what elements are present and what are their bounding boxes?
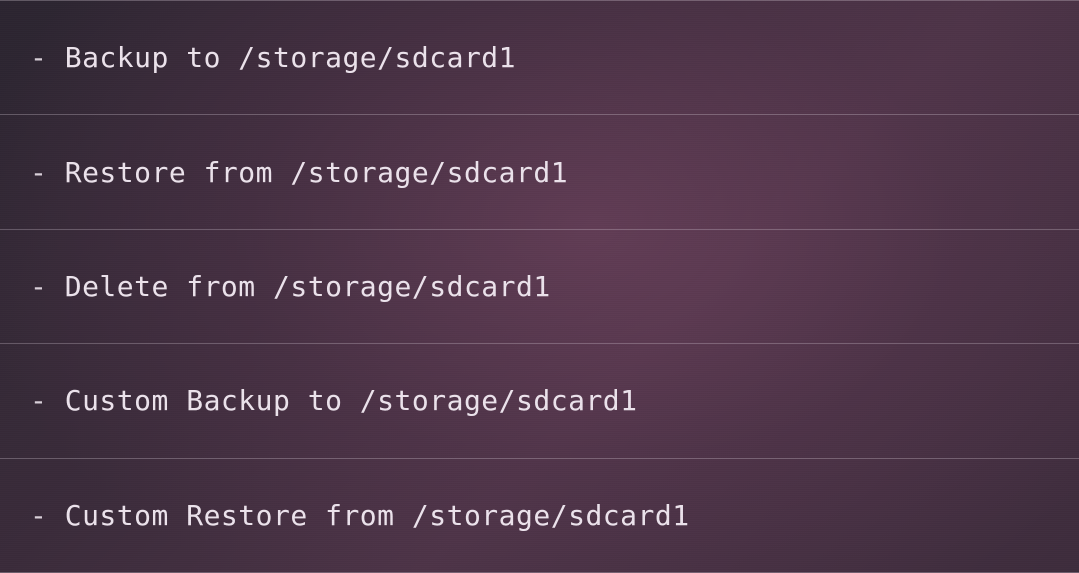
bullet-icon: - bbox=[30, 41, 65, 74]
menu-item-delete[interactable]: - Delete from /storage/sdcard1 bbox=[0, 229, 1079, 343]
menu-item-custom-restore[interactable]: - Custom Restore from /storage/sdcard1 bbox=[0, 458, 1079, 573]
bullet-icon: - bbox=[30, 156, 65, 189]
menu-item-custom-backup[interactable]: - Custom Backup to /storage/sdcard1 bbox=[0, 343, 1079, 457]
bullet-icon: - bbox=[30, 499, 65, 532]
bullet-icon: - bbox=[30, 384, 65, 417]
menu-item-label: Restore from /storage/sdcard1 bbox=[65, 156, 568, 189]
menu-item-label: Custom Restore from /storage/sdcard1 bbox=[65, 499, 690, 532]
recovery-menu: - Backup to /storage/sdcard1 - Restore f… bbox=[0, 0, 1079, 573]
menu-item-label: Delete from /storage/sdcard1 bbox=[65, 270, 551, 303]
menu-item-restore[interactable]: - Restore from /storage/sdcard1 bbox=[0, 114, 1079, 228]
bullet-icon: - bbox=[30, 270, 65, 303]
menu-item-label: Custom Backup to /storage/sdcard1 bbox=[65, 384, 638, 417]
menu-item-backup[interactable]: - Backup to /storage/sdcard1 bbox=[0, 0, 1079, 114]
menu-item-label: Backup to /storage/sdcard1 bbox=[65, 41, 516, 74]
